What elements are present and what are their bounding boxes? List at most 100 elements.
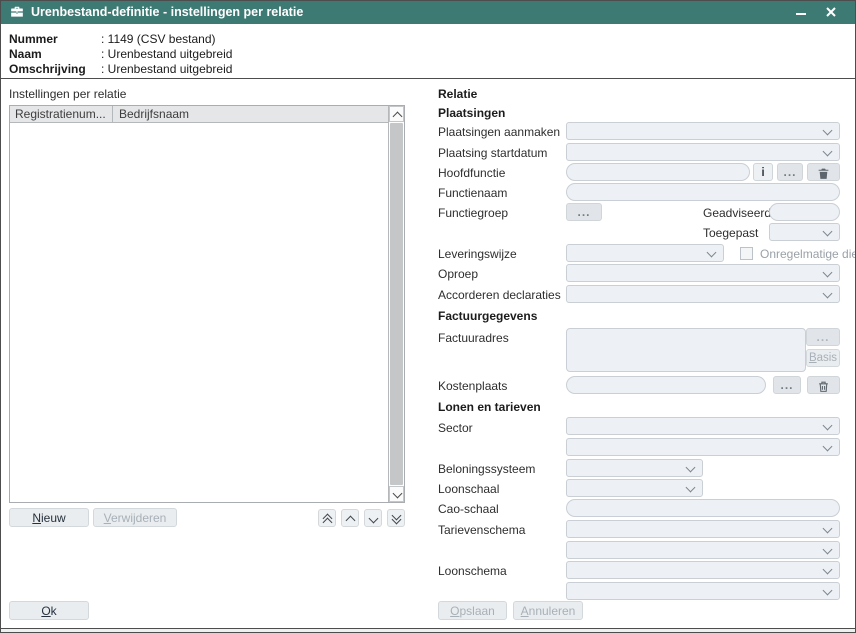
hoofdfunctie-delete-button[interactable] (807, 163, 840, 181)
scrollbar-thumb[interactable] (390, 123, 403, 485)
plaatsing-startdatum-select[interactable] (566, 143, 840, 161)
functiegroep-browse-button[interactable]: ... (566, 203, 602, 221)
chevron-down-icon (686, 463, 696, 473)
oproep-select[interactable] (566, 264, 840, 282)
leveringswijze-select[interactable] (566, 244, 724, 262)
window-bottom-edge (1, 628, 855, 633)
window-title: Urenbestand-definitie - instellingen per… (31, 1, 303, 24)
tarievenschema-select-1[interactable] (566, 520, 840, 538)
dialog-window: Urenbestand-definitie - instellingen per… (0, 0, 856, 633)
left-panel-title: Instellingen per relatie (9, 87, 126, 101)
loonschema-select-2[interactable] (566, 582, 840, 600)
relaties-table[interactable]: Registratienum... Bedrijfsnaam (9, 105, 405, 503)
plaatsingen-aanmaken-label: Plaatsingen aanmaken (438, 125, 560, 139)
scroll-down-icon[interactable] (389, 486, 404, 502)
toegepast-select[interactable] (769, 223, 840, 241)
chevron-down-icon (823, 565, 833, 575)
close-icon[interactable] (825, 1, 847, 24)
kostenplaats-browse-button[interactable]: ... (773, 376, 801, 394)
header-divider (1, 78, 855, 79)
header-row-naam: Naam: Urenbestand uitgebreid (9, 47, 232, 61)
onregelmatige-diensten-label: Onregelmatige diensten (760, 247, 856, 261)
functiegroep-label: Functiegroep (438, 206, 508, 220)
move-bottom-button[interactable] (387, 509, 405, 527)
opslaan-button[interactable]: Opslaan (438, 601, 507, 620)
tarievenschema-label: Tarievenschema (438, 523, 525, 537)
section-plaatsingen: Plaatsingen (438, 106, 505, 120)
column-header-bedrijfsnaam[interactable]: Bedrijfsnaam (114, 106, 189, 123)
annuleren-button[interactable]: Annuleren (513, 601, 583, 620)
ellipsis-icon: ... (778, 168, 802, 177)
functienaam-input[interactable] (566, 183, 840, 201)
functienaam-label: Functienaam (438, 186, 507, 200)
plaatsing-startdatum-label: Plaatsing startdatum (438, 146, 547, 160)
move-down-button[interactable] (364, 509, 382, 527)
nummer-value: : 1149 (CSV bestand) (101, 32, 216, 46)
verwijderen-button[interactable]: Verwijderen (93, 508, 177, 527)
chevron-down-icon (823, 289, 833, 299)
ellipsis-icon: ... (567, 208, 601, 217)
naam-label: Naam (9, 47, 101, 61)
info-icon: i (754, 164, 772, 180)
onregelmatige-diensten-checkbox[interactable] (740, 247, 753, 260)
plaatsingen-aanmaken-select[interactable] (566, 122, 840, 140)
factuuradres-label: Factuuradres (438, 331, 509, 345)
hoofdfunctie-browse-button[interactable]: ... (777, 163, 803, 181)
column-header-registratienummer[interactable]: Registratienum... (10, 106, 113, 123)
loonschaal-select[interactable] (566, 479, 703, 497)
header-row-omschrijving: Omschrijving: Urenbestand uitgebreid (9, 62, 232, 76)
hoofdfunctie-info-button[interactable]: i (753, 163, 773, 181)
table-scrollbar[interactable] (388, 106, 404, 502)
beloningssysteem-select[interactable] (566, 459, 703, 477)
omschrijving-value: : Urenbestand uitgebreid (101, 62, 232, 76)
basis-button[interactable]: Basis (806, 349, 840, 367)
naam-value: : Urenbestand uitgebreid (101, 47, 232, 61)
loonschema-label: Loonschema (438, 564, 507, 578)
accorderen-declaraties-select[interactable] (566, 285, 840, 303)
section-factuurgegevens: Factuurgegevens (438, 309, 537, 323)
factuuradres-textarea[interactable] (566, 328, 806, 372)
sector-label: Sector (438, 421, 473, 435)
kostenplaats-input[interactable] (566, 376, 766, 394)
nummer-label: Nummer (9, 32, 101, 46)
accorderen-declaraties-label: Accorderen declaraties (438, 288, 561, 302)
ellipsis-icon: ... (774, 381, 800, 390)
tarievenschema-select-2[interactable] (566, 541, 840, 559)
move-up-button[interactable] (341, 509, 359, 527)
chevron-down-icon (823, 268, 833, 278)
chevron-down-icon (823, 442, 833, 452)
loonschema-select-1[interactable] (566, 561, 840, 579)
app-icon (10, 5, 24, 19)
beloningssysteem-label: Beloningssysteem (438, 462, 535, 476)
chevron-down-icon (707, 248, 717, 258)
factuuradres-browse-button[interactable]: ... (806, 328, 840, 346)
chevron-down-icon (823, 545, 833, 555)
chevron-down-icon (823, 421, 833, 431)
chevron-up-icon (346, 516, 356, 526)
trash-icon (817, 380, 830, 393)
nieuw-button[interactable]: Nieuw (9, 508, 89, 527)
header-row-nummer: Nummer: 1149 (CSV bestand) (9, 32, 216, 46)
chevron-down-icon (823, 586, 833, 596)
minimize-button[interactable] (795, 1, 817, 24)
hoofdfunctie-input[interactable] (566, 163, 750, 181)
cao-schaal-label: Cao-schaal (438, 502, 499, 516)
kostenplaats-label: Kostenplaats (438, 379, 507, 393)
cao-schaal-input[interactable] (566, 499, 840, 517)
sector-select-2[interactable] (566, 438, 840, 456)
section-lonen-en-tarieven: Lonen en tarieven (438, 400, 541, 414)
sector-select-1[interactable] (566, 417, 840, 435)
move-top-button[interactable] (318, 509, 336, 527)
kostenplaats-delete-button[interactable] (807, 376, 840, 394)
ellipsis-icon: ... (807, 333, 839, 342)
geadviseerd-input[interactable] (769, 203, 840, 221)
table-header: Registratienum... Bedrijfsnaam (10, 106, 388, 123)
toegepast-label: Toegepast (703, 226, 758, 240)
titlebar: Urenbestand-definitie - instellingen per… (1, 1, 855, 24)
section-relatie: Relatie (438, 87, 477, 101)
chevron-down-icon (823, 227, 833, 237)
ok-button[interactable]: Ok (9, 601, 89, 620)
chevron-down-icon (823, 147, 833, 157)
chevron-down-icon (823, 524, 833, 534)
scroll-up-icon[interactable] (389, 106, 404, 122)
